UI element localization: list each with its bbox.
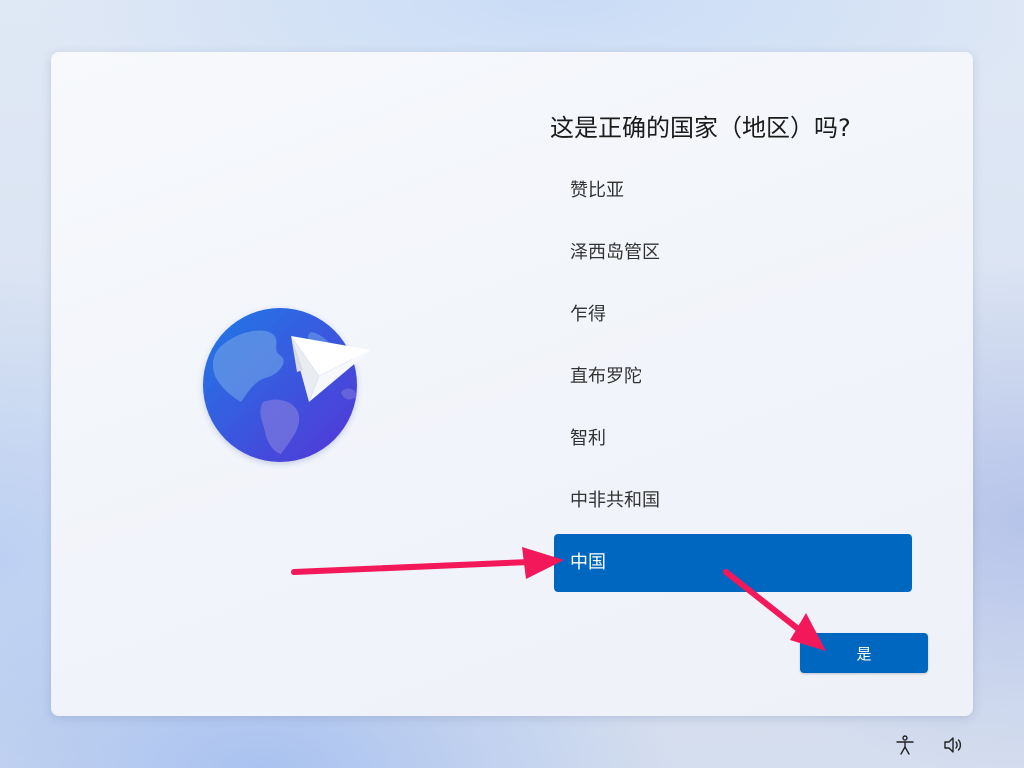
country-list[interactable]: 赞比亚 泽西岛管区 乍得 直布罗陀 智利 中非共和国 中国	[554, 162, 912, 596]
list-item-china-selected[interactable]: 中国	[554, 534, 912, 592]
list-item-chile[interactable]: 智利	[554, 410, 912, 468]
list-item-label: 赞比亚	[570, 180, 624, 201]
setup-dialog: 这是正确的国家（地区）吗? 赞比亚 泽西岛管区 乍得 直布罗陀 智利 中非共和国…	[51, 52, 973, 716]
accessibility-icon[interactable]	[893, 733, 917, 757]
list-item-chad[interactable]: 乍得	[554, 286, 912, 344]
list-item-zambia[interactable]: 赞比亚	[554, 162, 912, 220]
list-item-label: 直布罗陀	[570, 366, 642, 387]
list-item-label: 智利	[570, 428, 606, 449]
list-item-gibraltar[interactable]: 直布罗陀	[554, 348, 912, 406]
list-item-label: 中非共和国	[570, 490, 660, 511]
list-item-central-african-republic[interactable]: 中非共和国	[554, 472, 912, 530]
list-item-label: 中国	[570, 552, 606, 573]
list-item-label: 乍得	[570, 304, 606, 325]
yes-button[interactable]: 是	[800, 633, 928, 673]
globe-illustration	[203, 308, 371, 462]
page-title: 这是正确的国家（地区）吗?	[550, 114, 851, 142]
list-item-label: 泽西岛管区	[570, 242, 660, 263]
volume-icon[interactable]	[941, 733, 965, 757]
list-item-jersey[interactable]: 泽西岛管区	[554, 224, 912, 282]
